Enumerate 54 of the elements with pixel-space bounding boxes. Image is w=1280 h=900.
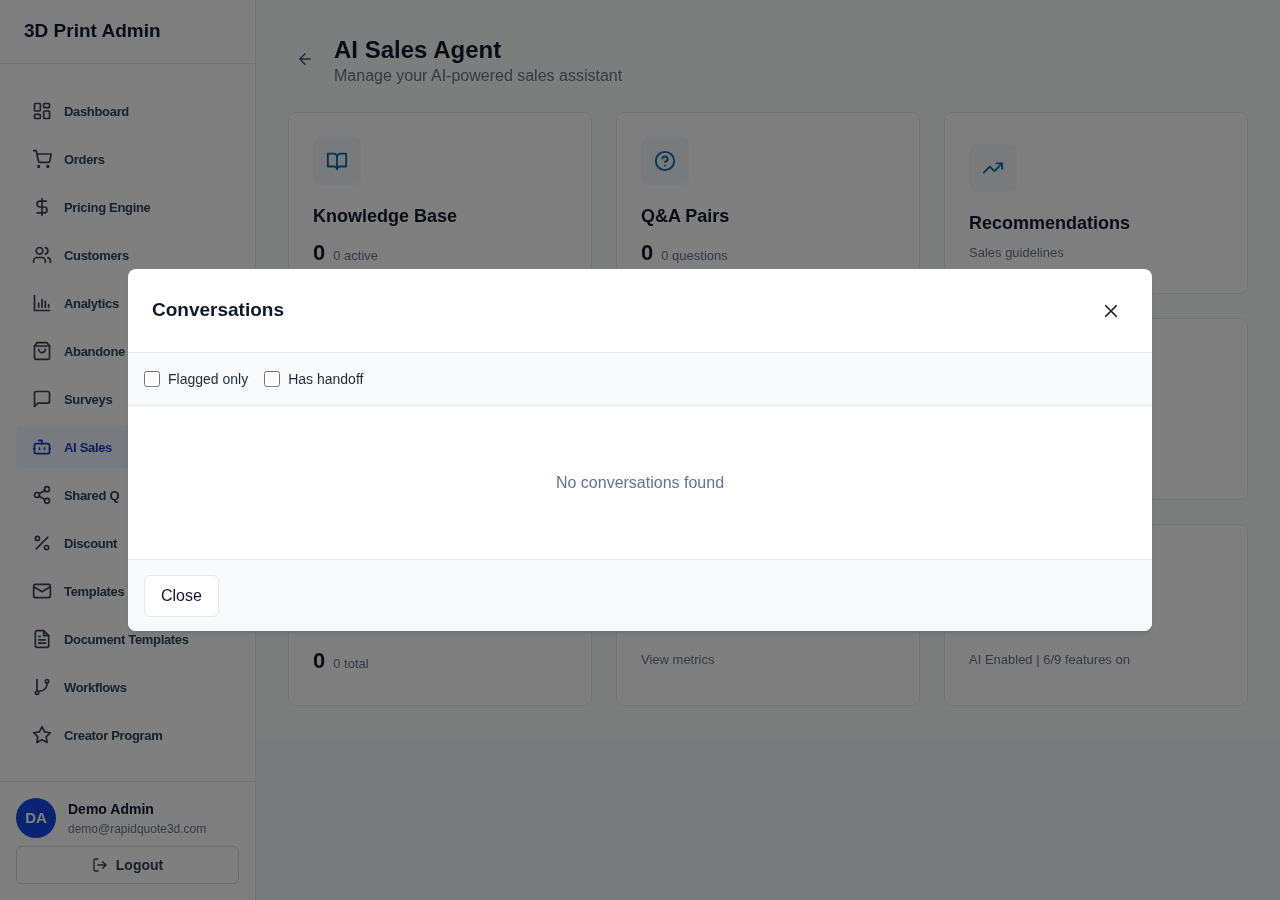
- nav-item[interactable]: Workflows: [16, 666, 239, 708]
- stat-note: 0 total: [333, 654, 369, 673]
- logout-button[interactable]: Logout: [16, 846, 239, 884]
- back-button[interactable]: [296, 50, 314, 68]
- checkbox[interactable]: [144, 371, 160, 387]
- nav-item[interactable]: Pricing Engine: [16, 186, 239, 228]
- users-icon: [32, 245, 52, 265]
- card-subtitle: View metrics: [641, 651, 716, 670]
- checkbox-label: Flagged only: [168, 369, 249, 389]
- nav-item[interactable]: Abandone: [16, 330, 239, 372]
- card-subtitle: AI Enabled | 6/9 features on: [969, 651, 1131, 670]
- card-title: Q&A Pairs: [641, 205, 731, 228]
- stat-value: 0: [313, 646, 326, 675]
- card-title: Knowledge Base: [313, 205, 459, 228]
- stat-note: 0 questions: [661, 247, 728, 265]
- percent-icon: [32, 533, 52, 553]
- dialog-title: Conversations: [152, 298, 284, 323]
- card-subtitle: Sales guidelines: [969, 243, 1065, 262]
- star-icon: [32, 725, 52, 745]
- nav-item[interactable]: Orders: [16, 138, 239, 180]
- nav-item[interactable]: Creator Program: [16, 714, 239, 756]
- mail-icon: [32, 581, 52, 601]
- bar-chart-icon: [32, 293, 52, 313]
- nav-item[interactable]: Customers: [16, 234, 239, 276]
- checkbox-label: Has handoff: [288, 369, 364, 389]
- nav-item[interactable]: Discount: [16, 522, 239, 564]
- avatar: DA: [16, 798, 56, 838]
- close-button[interactable]: Close: [144, 574, 219, 617]
- robot-icon: [32, 437, 52, 457]
- nav-item[interactable]: Dashboard: [16, 90, 239, 132]
- help-icon: [654, 150, 676, 172]
- nav-item[interactable]: Document Templates: [16, 618, 239, 660]
- empty-message: No conversations found: [555, 472, 725, 493]
- back-arrow-icon: [296, 50, 314, 68]
- app-title: 3D Print Admin: [24, 19, 161, 44]
- logout-icon: [91, 857, 108, 873]
- checkbox[interactable]: [264, 371, 281, 387]
- page-title: AI Sales Agent: [334, 36, 503, 64]
- card-title: Recommendations: [969, 211, 1132, 235]
- message-icon: [32, 389, 52, 409]
- stat-value: 0: [641, 239, 654, 267]
- book-icon: [326, 150, 348, 172]
- cart-icon: [32, 149, 52, 169]
- stat-value: 0: [313, 239, 326, 267]
- document-icon: [32, 629, 52, 649]
- page-subtitle: Manage your AI-powered sales assistant: [334, 66, 623, 86]
- branch-icon: [32, 677, 52, 697]
- share-icon: [32, 485, 52, 505]
- nav-item[interactable]: Shared Q: [16, 474, 239, 516]
- bag-icon: [32, 341, 52, 361]
- grid-icon: [32, 101, 52, 121]
- stat-note: 0 active: [333, 247, 379, 265]
- user-email: demo@rapidquote3d.com: [68, 820, 207, 838]
- user-name: Demo Admin: [68, 799, 155, 819]
